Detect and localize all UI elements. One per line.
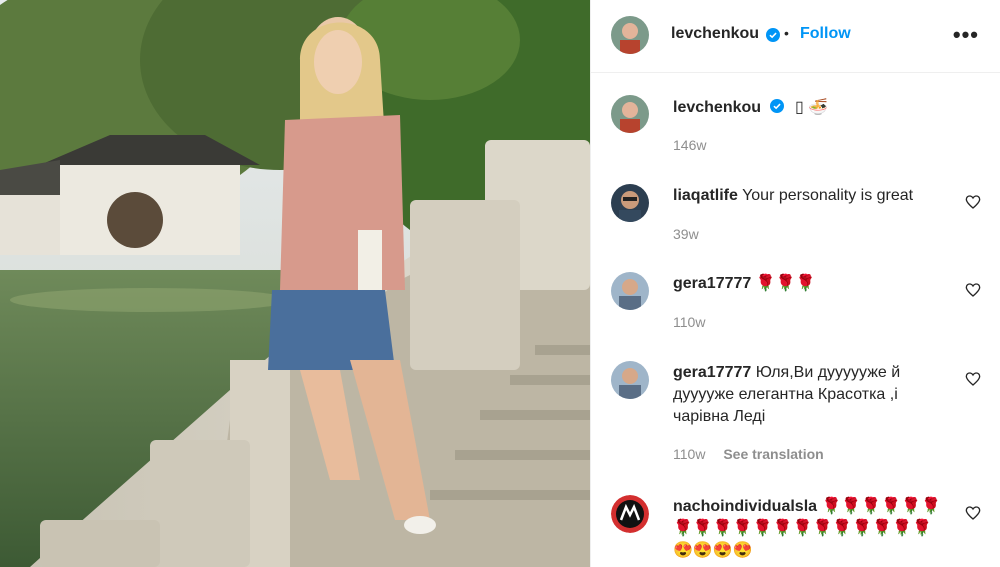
like-heart-icon[interactable] bbox=[965, 282, 981, 298]
comment-body: gera17777 Юля,Ви дуууууже й дууууже елег… bbox=[673, 362, 943, 428]
comment-text: Your personality is great bbox=[742, 187, 914, 204]
more-options-icon[interactable]: ••• bbox=[953, 22, 979, 48]
comment-avatar[interactable] bbox=[611, 184, 649, 222]
comment-avatar[interactable] bbox=[611, 495, 649, 533]
comment-username[interactable]: nachoindividualsla bbox=[673, 498, 817, 515]
comment-item: nachoindividualsla 🌹🌹🌹🌹🌹🌹🌹🌹🌹🌹🌹🌹🌹🌹🌹🌹🌹🌹🌹😍😍… bbox=[611, 495, 981, 567]
comment-item: liaqatlife Your personality is great 39w bbox=[611, 184, 981, 246]
author-avatar[interactable] bbox=[611, 16, 649, 54]
post-side-panel: levchenkou • Follow ••• levchenkou ▯ 🍜 1… bbox=[590, 0, 1000, 567]
comment-text: 🌹🌹🌹 bbox=[755, 275, 816, 292]
post-photo[interactable] bbox=[0, 0, 590, 567]
comment-body: gera17777 🌹🌹🌹 bbox=[673, 273, 943, 295]
comment-username[interactable]: liaqatlife bbox=[673, 187, 738, 204]
comment-avatar[interactable] bbox=[611, 361, 649, 399]
comment-time[interactable]: 110w bbox=[673, 314, 705, 330]
comment-avatar[interactable] bbox=[611, 272, 649, 310]
like-heart-icon[interactable] bbox=[965, 505, 981, 521]
comment-body: liaqatlife Your personality is great bbox=[673, 185, 943, 207]
comment-time[interactable]: 39w bbox=[673, 226, 699, 242]
follow-button[interactable]: Follow bbox=[800, 25, 851, 43]
comment-time[interactable]: 110w bbox=[673, 446, 705, 462]
separator-dot: • bbox=[784, 25, 789, 41]
post-caption: levchenkou ▯ 🍜 146w bbox=[611, 95, 981, 165]
caption-time[interactable]: 146w bbox=[673, 137, 706, 153]
photo-illustration bbox=[0, 0, 590, 567]
comment-item: gera17777 🌹🌹🌹 110w bbox=[611, 272, 981, 334]
author-username[interactable]: levchenkou bbox=[671, 25, 759, 43]
caption-username[interactable]: levchenkou bbox=[673, 99, 761, 116]
verified-icon bbox=[766, 28, 780, 42]
like-heart-icon[interactable] bbox=[965, 371, 981, 387]
caption-text: ▯ 🍜 bbox=[794, 99, 829, 116]
like-heart-icon[interactable] bbox=[965, 194, 981, 210]
caption-body: levchenkou ▯ 🍜 bbox=[673, 97, 943, 119]
caption-avatar[interactable] bbox=[611, 95, 649, 133]
verified-icon bbox=[770, 99, 785, 113]
comment-body: nachoindividualsla 🌹🌹🌹🌹🌹🌹🌹🌹🌹🌹🌹🌹🌹🌹🌹🌹🌹🌹🌹😍😍… bbox=[673, 496, 943, 562]
post-header: levchenkou • Follow ••• bbox=[591, 0, 1000, 73]
comment-username[interactable]: gera17777 bbox=[673, 275, 751, 292]
comment-meta: 110w See translation bbox=[673, 446, 824, 462]
comment-username[interactable]: gera17777 bbox=[673, 364, 751, 381]
comment-item: gera17777 Юля,Ви дуууууже й дууууже елег… bbox=[611, 361, 981, 471]
see-translation-link[interactable]: See translation bbox=[723, 446, 823, 462]
